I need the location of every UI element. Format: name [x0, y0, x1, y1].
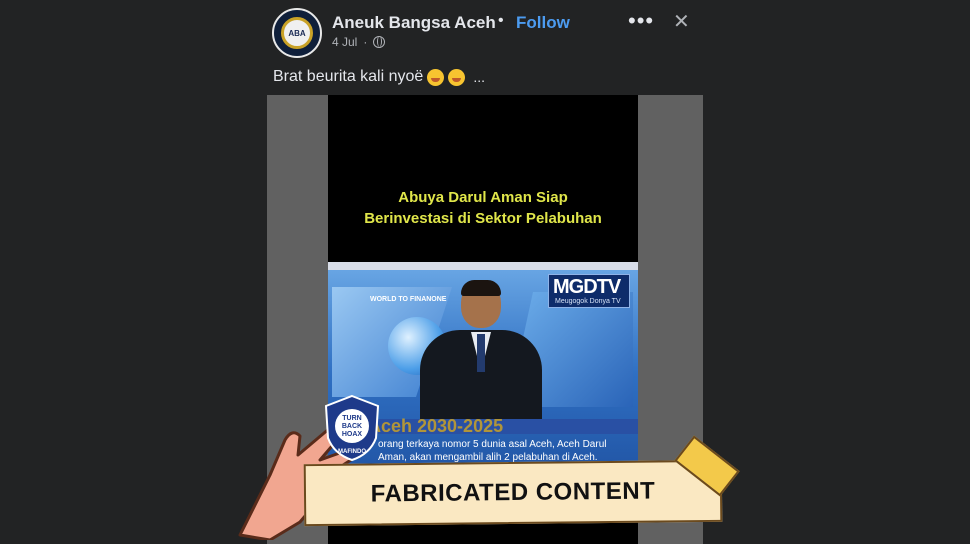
mafindo-seal-icon: TURN BACK HOAX MAFINDO: [324, 394, 380, 462]
studio-top-stripe: [328, 262, 638, 270]
news-anchor-hair: [461, 280, 501, 296]
news-anchor-tie: [477, 334, 485, 372]
page-avatar[interactable]: ABA: [272, 8, 322, 58]
fact-check-label: FABRICATED CONTENT: [370, 477, 656, 508]
avatar-logo-text: ABA: [288, 28, 306, 38]
seal-text-2: BACK: [342, 423, 362, 430]
seal-text-3: HOAX: [342, 431, 363, 438]
author-name[interactable]: Aneuk Bangsa Aceh: [332, 13, 496, 33]
video-headline-line1: Abuya Darul Aman Siap: [398, 189, 568, 206]
channel-logo-text: MGDTV: [553, 276, 621, 298]
segment-label: WORLD TO FINANONE: [370, 296, 447, 303]
video-headline: Abuya Darul Aman Siap Berinvestasi di Se…: [328, 187, 638, 229]
video-headline-line2: Berinvestasi di Sektor Pelabuhan: [364, 210, 602, 227]
more-horizontal-icon[interactable]: •••: [628, 8, 654, 34]
news-ticker-text: orang terkaya nomor 5 dunia asal Aceh, A…: [378, 439, 607, 463]
close-icon[interactable]: ✕: [673, 9, 690, 34]
post-meta: 4 Jul ·: [332, 35, 386, 49]
face-with-hand-over-mouth-emoji-icon: [448, 68, 466, 86]
caption-see-more[interactable]: ...: [473, 69, 485, 85]
channel-logo-subtitle: Meugogok Donya TV: [555, 298, 621, 305]
follow-button[interactable]: Follow: [516, 13, 570, 33]
meta-separator: ·: [363, 35, 368, 49]
news-ticker-title: Aceh 2030-2025: [368, 416, 504, 436]
avatar-logo: ABA: [281, 17, 313, 49]
seal-caption: MAFINDO: [338, 449, 366, 455]
header-separator: •: [498, 12, 504, 29]
face-with-hand-over-mouth-emoji-icon: [427, 68, 445, 86]
globe-icon: [373, 36, 386, 48]
caption-text: Brat beurita kali nyoë: [273, 68, 424, 85]
post-caption: Brat beurita kali nyoë ...: [273, 68, 485, 86]
seal-text-1: TURN: [342, 415, 361, 422]
fact-check-banner: FABRICATED CONTENT: [303, 459, 723, 527]
post-date[interactable]: 4 Jul: [332, 35, 357, 49]
channel-logo: MGDTV Meugogok Donya TV: [548, 274, 630, 308]
